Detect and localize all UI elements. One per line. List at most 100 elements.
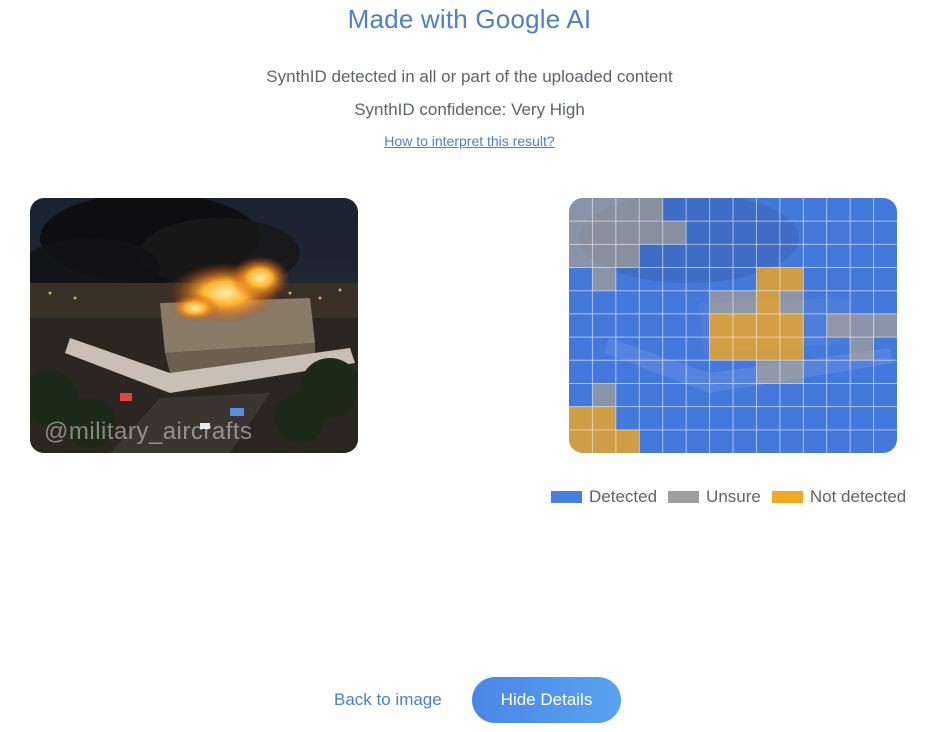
heatmap-cell	[709, 313, 733, 338]
heatmap-cell	[733, 267, 757, 291]
heatmap-cell	[639, 290, 663, 314]
heatmap-cell	[850, 337, 874, 361]
legend-swatch-unsure	[668, 491, 700, 503]
heatmap-cell	[850, 313, 874, 338]
heatmap-cell	[850, 429, 874, 453]
heatmap-cell	[779, 429, 804, 453]
back-to-image-link[interactable]: Back to image	[334, 690, 442, 710]
heatmap-cell	[779, 337, 804, 361]
heatmap-cell	[639, 429, 663, 453]
heatmap-cell	[779, 360, 804, 384]
heatmap-cell	[615, 337, 640, 361]
heatmap-cell	[850, 244, 874, 268]
heatmap-cell	[569, 290, 593, 314]
photo-watermark: @military_aircrafts	[44, 418, 253, 445]
heatmap-cell	[686, 313, 710, 338]
heatmap-cell	[662, 244, 687, 268]
heatmap-cell	[686, 244, 710, 268]
heatmap-cell	[639, 244, 663, 268]
heatmap-cell	[592, 198, 616, 222]
heatmap-cell	[826, 267, 851, 291]
heatmap-cell	[826, 221, 851, 245]
heatmap-cell	[850, 221, 874, 245]
heatmap-cell	[592, 360, 616, 384]
legend-label-detected: Detected	[589, 487, 658, 506]
legend-detected: Detected	[551, 487, 657, 507]
heatmap-cell	[639, 198, 663, 222]
heatmap-cell	[779, 290, 804, 314]
heatmap-cell	[569, 198, 593, 222]
heatmap-cell	[592, 267, 616, 291]
detection-message: SynthID detected in all or part of the u…	[266, 67, 673, 86]
heatmap-cell	[756, 267, 780, 291]
heatmap-cell	[826, 198, 851, 222]
heatmap-cell	[639, 383, 663, 407]
heatmap-cell	[850, 406, 874, 430]
heatmap-cell	[615, 429, 640, 453]
heatmap-cell	[850, 290, 874, 314]
uploaded-image	[30, 198, 358, 453]
heatmap-cell	[639, 221, 663, 245]
heatmap-cell	[873, 313, 897, 338]
heatmap-cell	[592, 244, 616, 268]
heatmap-cell	[826, 290, 851, 314]
heatmap-cell	[779, 313, 804, 338]
heatmap-cell	[779, 221, 804, 245]
heatmap-cell	[803, 221, 827, 245]
heatmap-cell	[756, 221, 780, 245]
heatmap-cell	[592, 383, 616, 407]
heatmap-cell	[709, 267, 733, 291]
heatmap-cell	[873, 429, 897, 453]
heatmap-cell	[873, 406, 897, 430]
heatmap-cell	[873, 337, 897, 361]
heatmap-cell	[733, 244, 757, 268]
heatmap-cell	[709, 429, 733, 453]
heatmap-cell	[873, 383, 897, 407]
heatmap-cell	[569, 429, 593, 453]
heatmap-cell	[850, 383, 874, 407]
heatmap-cell	[756, 383, 780, 407]
heatmap-cell	[686, 290, 710, 314]
heatmap-cell	[709, 221, 733, 245]
heatmap-cell	[733, 360, 757, 384]
heatmap-cell	[803, 313, 827, 338]
heatmap-cell	[850, 198, 874, 222]
heatmap-cell	[803, 267, 827, 291]
synthid-result-page: Made with Google AI SynthID detected in …	[0, 0, 939, 732]
heatmap-cell	[709, 337, 733, 361]
heatmap-cell	[592, 221, 616, 245]
heatmap-cell	[826, 383, 851, 407]
heatmap-cell	[826, 313, 851, 338]
heatmap-cell	[709, 198, 733, 222]
heatmap-cell	[779, 198, 804, 222]
heatmap-cell	[756, 337, 780, 361]
heatmap-cell	[569, 244, 593, 268]
heatmap-cell	[592, 313, 616, 338]
heatmap-cell	[756, 290, 780, 314]
heatmap-cell	[662, 406, 687, 430]
heatmap-cell	[662, 290, 687, 314]
hide-details-button[interactable]: Hide Details	[472, 677, 621, 723]
heatmap-cell	[826, 244, 851, 268]
heatmap-cell	[662, 429, 687, 453]
heatmap-cell	[756, 244, 780, 268]
heatmap-cell	[639, 313, 663, 338]
heatmap-cell	[615, 244, 640, 268]
heatmap-cell	[662, 383, 687, 407]
heatmap-cell	[803, 244, 827, 268]
heatmap-cell	[709, 406, 733, 430]
heatmap-cell	[662, 198, 687, 222]
heatmap-cell	[569, 267, 593, 291]
heatmap-cell	[662, 337, 687, 361]
heatmap-cell	[756, 198, 780, 222]
heatmap-cell	[873, 290, 897, 314]
synthid-heatmap	[569, 198, 897, 453]
heatmap-cell	[873, 244, 897, 268]
heatmap-cell	[639, 360, 663, 384]
heatmap-cell	[733, 406, 757, 430]
heatmap-cell	[873, 267, 897, 291]
heatmap-cell	[850, 360, 874, 384]
interpret-result-link[interactable]: How to interpret this result?	[0, 133, 939, 149]
heatmap-cell	[569, 406, 593, 430]
heatmap-cell	[686, 198, 710, 222]
